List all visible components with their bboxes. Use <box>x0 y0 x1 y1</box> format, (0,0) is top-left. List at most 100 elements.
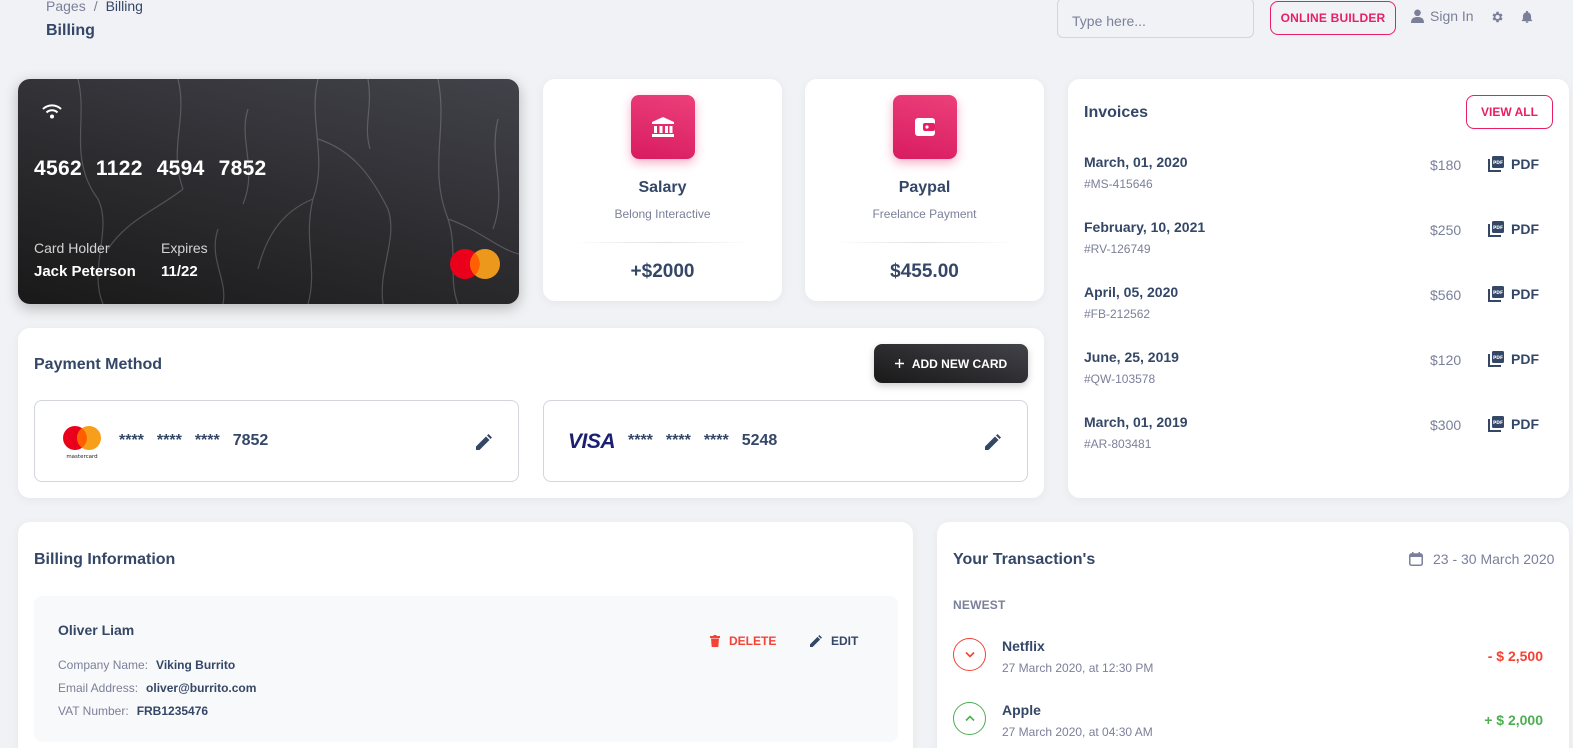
mask-group: **** <box>194 432 220 449</box>
pdf-icon: PDF <box>1488 286 1504 302</box>
invoice-id: #MS-415646 <box>1084 177 1153 191</box>
pdf-icon: PDF <box>1488 351 1504 367</box>
card-number: 4562 1122 4594 7852 <box>34 157 267 181</box>
invoice-id: #RV-126749 <box>1084 242 1151 256</box>
card-holder-name: Jack Peterson <box>34 263 136 280</box>
svg-text:PDF: PDF <box>1493 225 1503 231</box>
calendar-icon <box>1409 552 1423 566</box>
delete-button[interactable]: DELETE <box>710 634 776 648</box>
company-row: Company Name: Viking Burrito <box>58 658 235 672</box>
paypal-subtitle: Freelance Payment <box>872 207 977 221</box>
pdf-label: PDF <box>1511 286 1539 302</box>
svg-text:PDF: PDF <box>1493 420 1503 426</box>
bank-icon <box>630 95 695 159</box>
mask-group: **** <box>703 432 729 449</box>
invoice-row: March, 01, 2019 #AR-803481 $300 PDF PDF <box>1084 414 1544 464</box>
pdf-icon: PDF <box>1488 221 1504 237</box>
card-last4: 7852 <box>232 432 269 449</box>
search-input[interactable] <box>1057 0 1254 38</box>
pdf-label: PDF <box>1511 416 1539 432</box>
company-label: Company Name: <box>58 658 149 672</box>
svg-text:PDF: PDF <box>1493 355 1503 361</box>
breadcrumb: Pages / Billing <box>46 0 143 14</box>
billing-name: Oliver Liam <box>58 622 135 638</box>
arrow-up-icon[interactable] <box>953 702 986 735</box>
edit-label: EDIT <box>831 634 859 648</box>
visa-logo: VISA <box>568 430 616 453</box>
payment-card-mastercard[interactable]: mastercard **** **** **** 7852 <box>34 400 519 482</box>
edit-button[interactable]: EDIT <box>810 634 858 648</box>
pdf-label: PDF <box>1511 156 1539 172</box>
trash-icon <box>710 635 720 647</box>
payment-method-title: Payment Method <box>34 356 163 373</box>
transaction-name: Netflix <box>1002 638 1045 654</box>
transactions-group-label: NEWEST <box>953 598 1006 612</box>
paypal-title: Paypal <box>898 179 951 196</box>
breadcrumb-root[interactable]: Pages <box>46 0 86 14</box>
mask-group: **** <box>628 432 653 449</box>
invoice-amount: $180 <box>1430 157 1462 173</box>
invoice-pdf-button[interactable]: PDF PDF <box>1488 286 1539 302</box>
mask-group: **** <box>665 432 691 449</box>
user-icon <box>1411 9 1424 23</box>
payment-method-card: Payment Method ADD NEW CARD mastercard *… <box>18 328 1044 498</box>
gear-icon[interactable] <box>1490 10 1504 24</box>
card-expires-value: 11/22 <box>161 263 198 280</box>
payment-card-visa[interactable]: VISA **** **** **** 5248 <box>543 400 1028 482</box>
salary-value: +$2000 <box>630 261 695 282</box>
invoice-row: April, 05, 2020 #FB-212562 $560 PDF PDF <box>1084 284 1544 334</box>
edit-icon[interactable] <box>476 434 492 450</box>
vat-label: VAT Number: <box>58 704 129 718</box>
invoice-date: April, 05, 2020 <box>1084 284 1179 300</box>
invoice-row: February, 10, 2021 #RV-126749 $250 PDF P… <box>1084 219 1544 269</box>
transaction-row: Apple 27 March 2020, at 04:30 AM + $ 2,0… <box>953 702 1543 748</box>
transaction-amount: - $ 2,500 <box>1487 648 1543 664</box>
delete-label: DELETE <box>729 634 777 648</box>
transaction-amount: + $ 2,000 <box>1484 712 1543 728</box>
wifi-icon <box>42 104 62 119</box>
invoice-pdf-button[interactable]: PDF PDF <box>1488 351 1539 367</box>
salary-card: Salary Belong Interactive +$2000 <box>543 79 782 301</box>
invoice-amount: $300 <box>1430 417 1462 433</box>
add-new-card-button[interactable]: ADD NEW CARD <box>874 344 1028 383</box>
card-number-group: 4594 <box>156 157 205 180</box>
breadcrumb-current: Billing <box>105 0 143 14</box>
pdf-label: PDF <box>1511 351 1539 367</box>
email-label: Email Address: <box>58 681 139 695</box>
divider <box>573 242 752 243</box>
pdf-icon: PDF <box>1488 156 1504 172</box>
sign-in-link[interactable]: Sign In <box>1411 8 1474 24</box>
arrow-down-icon[interactable] <box>953 638 986 671</box>
invoice-id: #QW-103578 <box>1084 372 1156 386</box>
card-last4: 5248 <box>741 432 778 449</box>
edit-icon[interactable] <box>985 434 1001 450</box>
transactions-card: Your Transaction's 23 - 30 March 2020 NE… <box>937 522 1569 748</box>
vat-row: VAT Number: FRB1235476 <box>58 704 208 718</box>
card-number-group: 1122 <box>95 157 143 180</box>
invoice-pdf-button[interactable]: PDF PDF <box>1488 156 1539 172</box>
paypal-card: Paypal Freelance Payment $455.00 <box>805 79 1044 301</box>
billing-information-card: Billing Information Oliver Liam Company … <box>18 522 913 748</box>
paypal-value: $455.00 <box>890 261 959 282</box>
bell-icon[interactable] <box>1520 10 1534 24</box>
view-all-button[interactable]: VIEW ALL <box>1466 95 1553 129</box>
email-row: Email Address: oliver@burrito.com <box>58 681 256 695</box>
page-title: Billing <box>46 22 95 39</box>
breadcrumb-separator: / <box>93 0 98 14</box>
pdf-label: PDF <box>1511 221 1539 237</box>
invoice-id: #FB-212562 <box>1084 307 1151 321</box>
pdf-icon: PDF <box>1488 416 1504 432</box>
transaction-name: Apple <box>1002 702 1041 718</box>
invoice-date: March, 01, 2020 <box>1084 154 1188 170</box>
salary-title: Salary <box>638 179 687 196</box>
mask-group: **** <box>119 432 144 449</box>
invoice-pdf-button[interactable]: PDF PDF <box>1488 221 1539 237</box>
invoice-row: March, 01, 2020 #MS-415646 $180 PDF PDF <box>1084 154 1544 204</box>
card-number-group: 7852 <box>218 157 267 180</box>
svg-text:PDF: PDF <box>1493 160 1503 166</box>
transaction-row: Netflix 27 March 2020, at 12:30 PM - $ 2… <box>953 638 1543 688</box>
online-builder-button[interactable]: ONLINE BUILDER <box>1270 1 1396 35</box>
masked-card-number: **** **** **** 5248 <box>628 432 777 450</box>
mastercard-logo <box>450 249 500 279</box>
invoice-pdf-button[interactable]: PDF PDF <box>1488 416 1539 432</box>
